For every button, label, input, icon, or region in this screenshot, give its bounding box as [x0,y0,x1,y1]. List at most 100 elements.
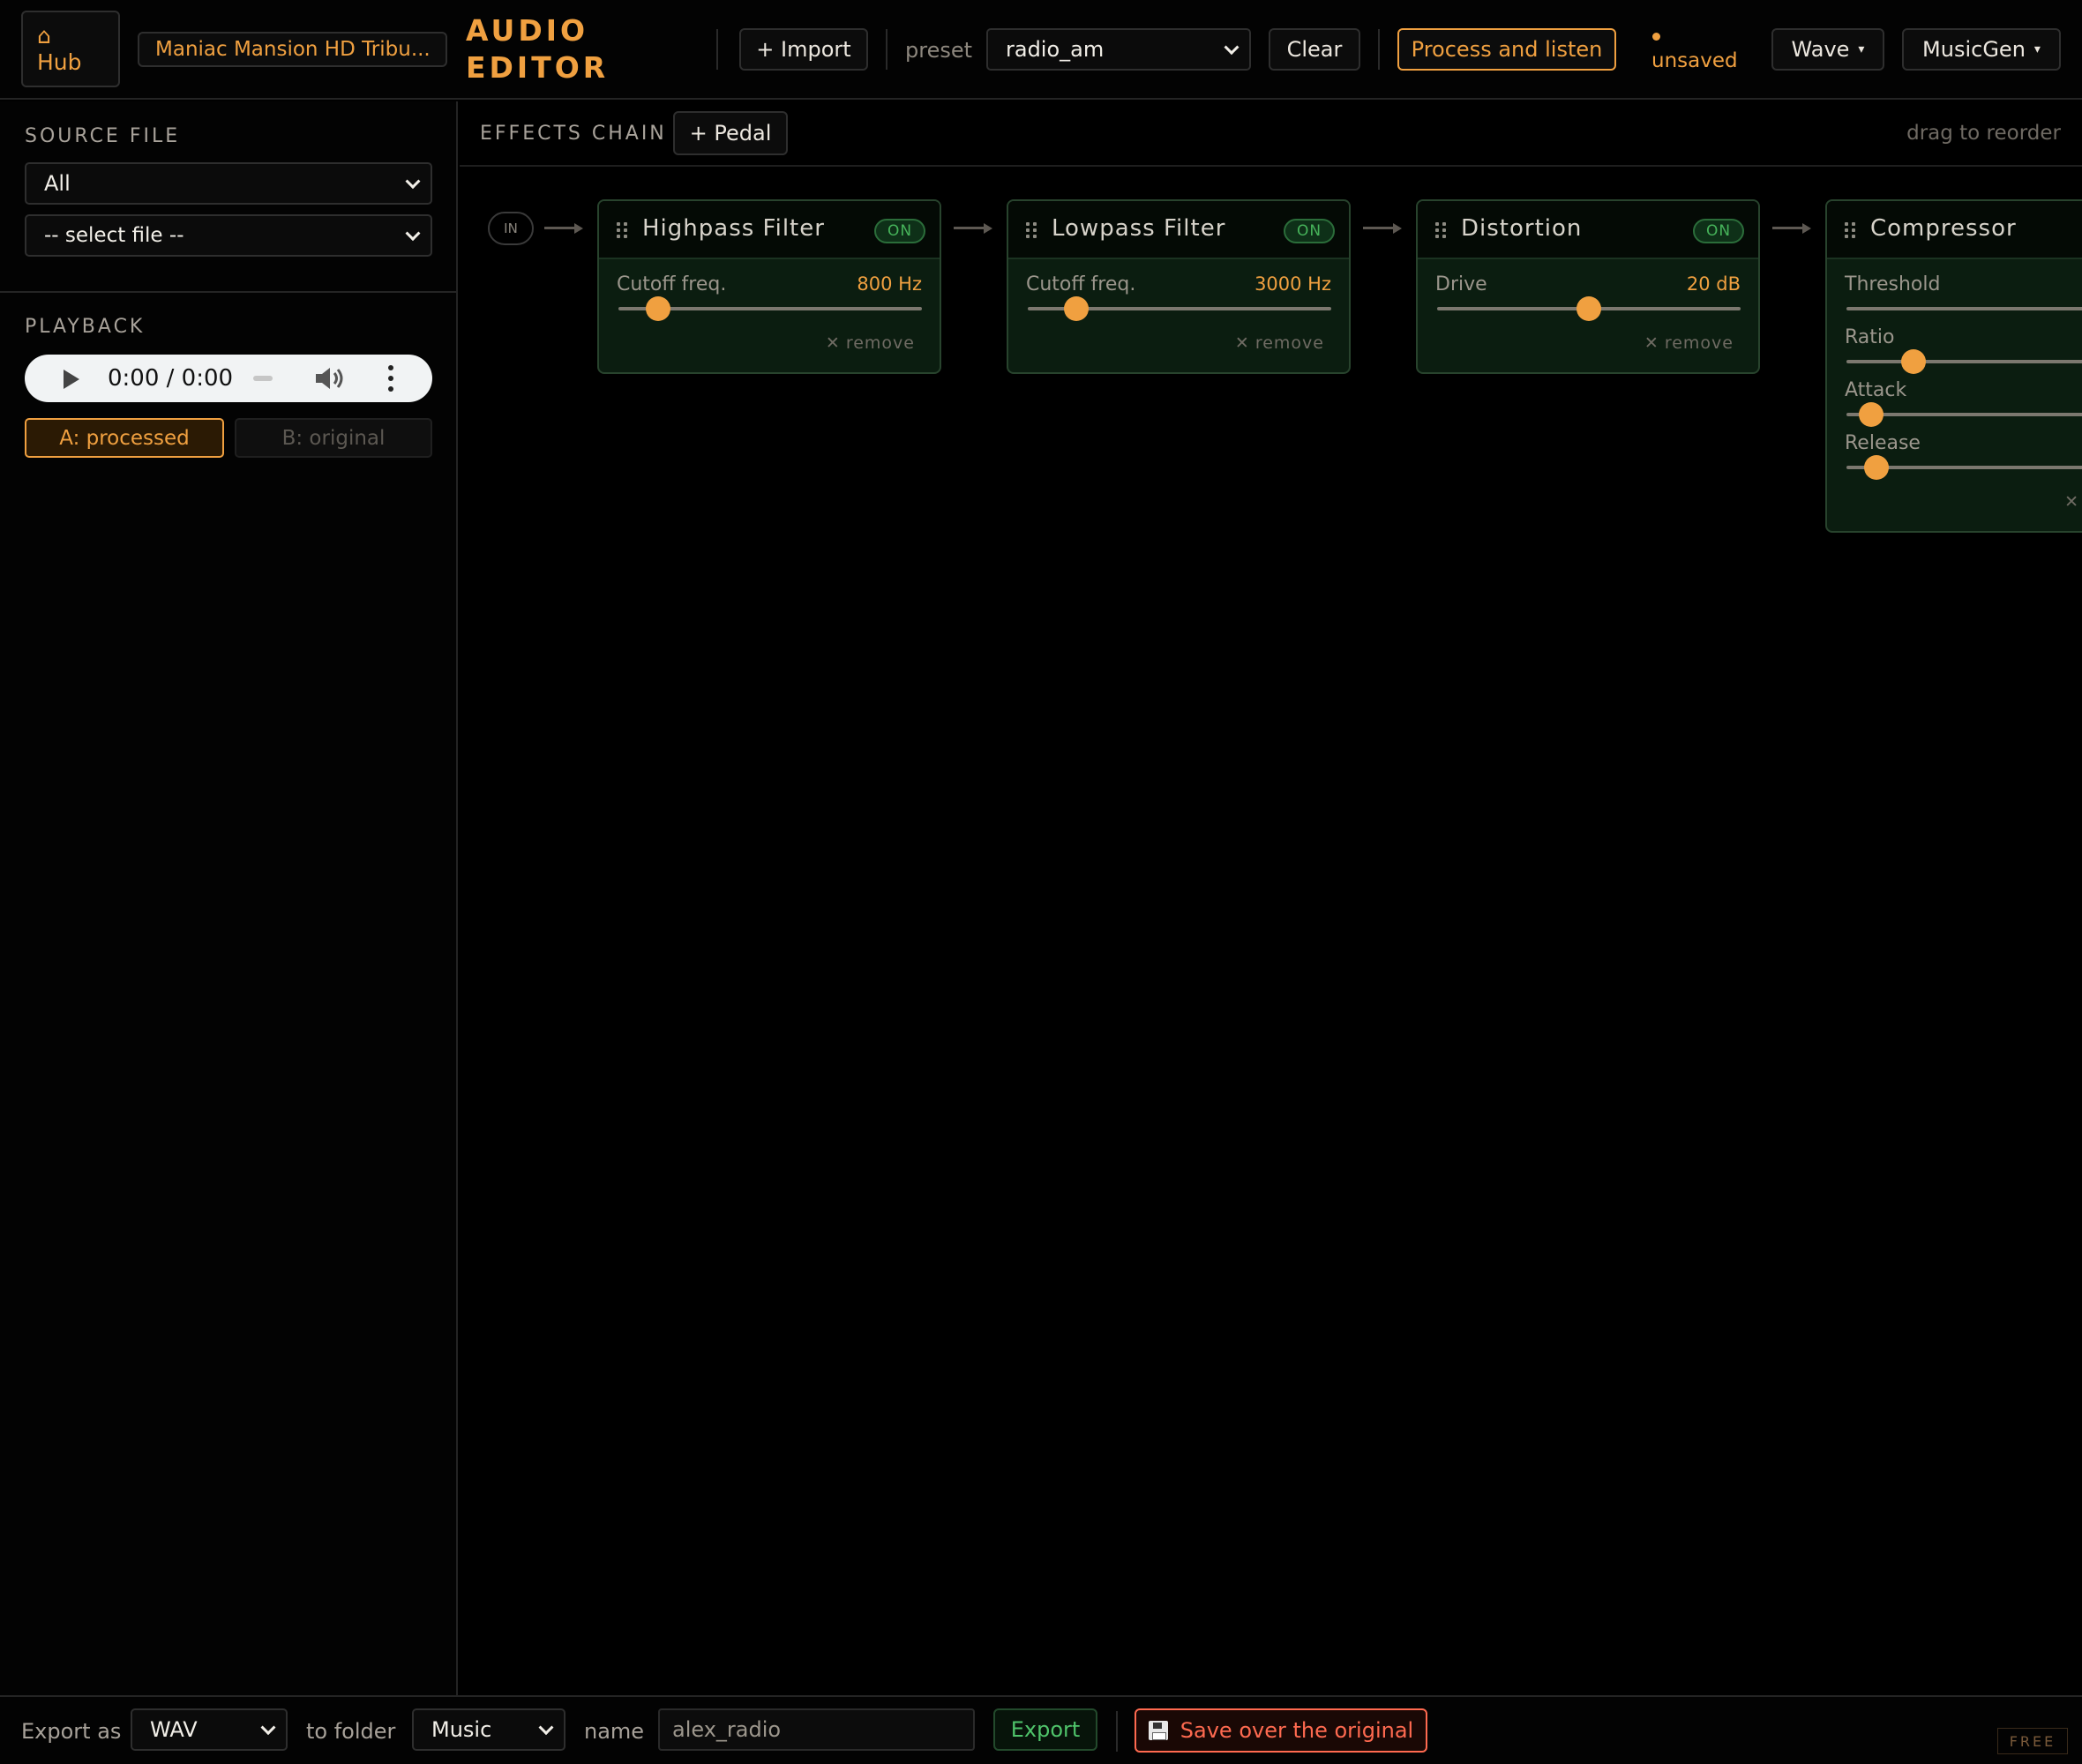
toolbar-divider [886,29,887,70]
remove-pedal-button[interactable]: ✕ remove [826,333,915,353]
pedal-lowpass-filter[interactable]: Lowpass Filter ON Cutoff freq. 3000 Hz ✕… [1007,199,1351,374]
pedal-distortion[interactable]: Distortion ON Drive 20 dB ✕ remove [1416,199,1760,374]
unsaved-status: unsaved [1651,49,1738,72]
footer-divider [1116,1711,1118,1752]
home-icon: ⌂ [37,22,51,49]
ab-original-button[interactable]: B: original [235,418,432,458]
import-button[interactable]: + Import [739,28,868,71]
arrow-right-icon [544,223,585,234]
preset-select-value: radio_am [1006,37,1105,62]
param-value: 3000 Hz [1254,273,1331,295]
more-options-icon[interactable] [386,365,395,392]
top-toolbar: ⌂ Hub Maniac Mansion HD Tribu... AUDIO E… [0,0,2082,100]
source-filter-value: All [44,171,71,196]
slider-thumb[interactable] [1858,402,1884,427]
sidebar: SOURCE FILE All -- select file -- PLAYBA… [0,101,458,1695]
export-as-label: Export as [21,1719,122,1744]
export-button[interactable]: Export [993,1708,1097,1751]
slider-thumb[interactable] [1864,455,1890,480]
param-slider[interactable] [618,296,922,321]
save-over-original-button[interactable]: Save over the original [1135,1708,1427,1753]
preset-select[interactable]: radio_am [986,28,1251,71]
name-label: name [584,1719,645,1744]
wave-menu-button[interactable]: Wave ▾ [1771,28,1884,71]
ab-processed-button[interactable]: A: processed [25,418,224,458]
chevron-down-icon [538,1720,554,1736]
pedal-on-toggle[interactable]: ON [1284,219,1335,243]
export-format-value: WAV [150,1717,198,1742]
arrow-right-icon [954,223,994,234]
hub-label: Hub [37,49,82,75]
project-name-button[interactable]: Maniac Mansion HD Tribu... [138,32,447,67]
pedal-title: Lowpass Filter [1052,215,1226,242]
param-label: Ratio [1845,326,1895,348]
param-slider[interactable] [1437,296,1741,321]
remove-label: remove [1254,333,1324,353]
export-folder-select[interactable]: Music [412,1708,565,1751]
export-bar: Export as WAV to folder Music name alex_… [0,1695,2082,1764]
source-filter-select[interactable]: All [25,162,432,205]
param-slider[interactable] [1028,296,1331,321]
chevron-down-icon [405,174,421,190]
hub-button[interactable]: ⌂ Hub [21,11,120,87]
wave-label: Wave [1791,37,1850,62]
file-select[interactable]: -- select file -- [25,214,432,257]
pedal-compressor[interactable]: Compressor Threshold Ratio Attack Releas… [1825,199,2082,533]
close-icon: ✕ [2064,492,2079,512]
param-slider[interactable] [1846,455,2082,480]
remove-pedal-button[interactable]: ✕ remove [1644,333,1734,353]
musicgen-menu-button[interactable]: MusicGen ▾ [1902,28,2061,71]
pedal-header: Lowpass Filter ON [1008,201,1349,259]
chevron-down-icon [405,226,421,242]
param-slider[interactable] [1846,307,2082,310]
drag-handle-icon[interactable] [1026,222,1037,238]
slider-thumb[interactable] [645,296,670,321]
remove-label: remove [845,333,915,353]
remove-label: remove [1664,333,1734,353]
remove-pedal-button[interactable]: ✕ remove [1235,333,1324,353]
clear-button[interactable]: Clear [1269,28,1360,71]
player-time: 0:00 / 0:00 [108,365,234,392]
drag-handle-icon[interactable] [1435,222,1446,238]
volume-icon[interactable] [314,366,349,391]
param-label: Cutoff freq. [1026,273,1136,295]
drag-hint: drag to reorder [1906,122,2061,145]
play-icon[interactable] [64,370,79,389]
param-label: Attack [1845,379,1907,401]
close-icon: ✕ [1644,333,1659,353]
drag-handle-icon[interactable] [1845,222,1855,238]
export-folder-value: Music [431,1717,492,1742]
slider-thumb[interactable] [1900,349,1926,374]
export-name-input[interactable]: alex_radio [658,1708,975,1751]
slider-thumb[interactable] [1576,296,1601,321]
progress-slider[interactable] [253,376,273,381]
caret-down-icon: ▾ [2033,42,2041,56]
caret-down-icon: ▾ [1858,42,1865,56]
input-node: IN [488,212,534,245]
remove-pedal-button[interactable]: ✕ [2064,492,2082,512]
free-badge: FREE [1997,1728,2068,1754]
close-icon: ✕ [825,333,841,353]
pedal-title: Highpass Filter [642,215,825,242]
chevron-down-icon [260,1720,276,1736]
pedal-highpass-filter[interactable]: Highpass Filter ON Cutoff freq. 800 Hz ✕… [597,199,941,374]
param-label: Drive [1435,273,1487,295]
pedal-on-toggle[interactable]: ON [1693,219,1744,243]
pedal-title: Compressor [1870,215,2017,242]
param-slider[interactable] [1846,349,2082,374]
playback-heading: PLAYBACK [25,316,146,338]
add-pedal-button[interactable]: + Pedal [673,111,788,155]
slider-thumb[interactable] [1064,296,1090,321]
toolbar-divider [716,29,718,70]
pedal-on-toggle[interactable]: ON [874,219,925,243]
pedal-header: Highpass Filter ON [599,201,940,259]
pedal-header: Compressor [1827,201,2082,259]
to-folder-label: to folder [306,1719,396,1744]
audio-player: 0:00 / 0:00 [25,355,432,402]
param-slider[interactable] [1846,402,2082,427]
drag-handle-icon[interactable] [617,222,627,238]
export-format-select[interactable]: WAV [131,1708,288,1751]
arrow-right-icon [1772,223,1813,234]
process-and-listen-button[interactable]: Process and listen [1397,28,1616,71]
effects-chain-heading: EFFECTS CHAIN [480,123,667,145]
